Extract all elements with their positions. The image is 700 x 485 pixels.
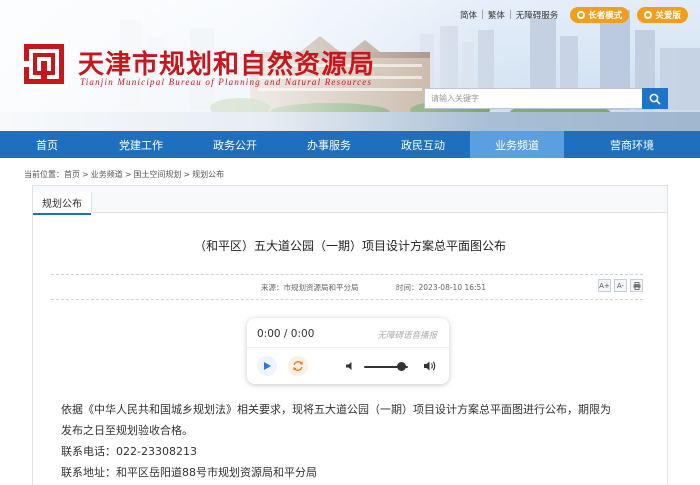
site-title: 天津市规划和自然资源局 [78,50,376,80]
font-increase-button[interactable]: A+ [598,279,611,292]
elder-mode-icon [577,11,586,19]
audio-player: 0:00 / 0:00 无障碍语音播报 [247,318,449,384]
tab-plan-publication[interactable]: 规划公布 [33,192,92,215]
nav-home[interactable]: 首页 [0,131,94,158]
volume-icon[interactable] [423,360,437,372]
player-time: 0:00 / 0:00 [257,328,315,340]
nav-party-building[interactable]: 党建工作 [94,131,188,158]
search-input[interactable] [424,88,642,109]
breadcrumb-business-channel[interactable]: 业务频道 [91,169,123,180]
care-version-icon [644,11,653,19]
article-meta: 来源：市规划资源局和平分局 时间：2023-08-10 16:51 A+ A- [51,274,643,300]
nav-services[interactable]: 办事服务 [282,131,376,158]
article-source: 来源：市规划资源局和平分局 [261,283,359,292]
breadcrumb-home[interactable]: 首页 [64,169,80,180]
traditional-chinese-link[interactable]: 繁体 [488,9,505,21]
nav-business-environment[interactable]: 营商环境 [564,131,700,158]
simplified-chinese-link[interactable]: 简体 [460,9,477,21]
site-header: 简体 | 繁体 | 无障碍服务 长者模式 关爱版 天津市规划和自然资源局 Tia… [0,0,700,131]
breadcrumb-plan-publication[interactable]: 规划公布 [192,169,224,180]
breadcrumb-prefix: 当前位置： [24,170,64,179]
main-nav: 首页 党建工作 政务公开 办事服务 政民互动 业务频道 营商环境 [0,131,700,158]
elder-mode-button[interactable]: 长者模式 [570,7,630,23]
volume-slider-handle[interactable] [396,362,406,371]
care-version-button[interactable]: 关爱版 [637,7,688,23]
play-button[interactable] [257,356,277,376]
accessibility-link[interactable]: 无障碍服务 [516,9,559,21]
nav-interaction[interactable]: 政民互动 [376,131,470,158]
player-label: 无障碍语音播报 [377,331,437,341]
print-icon [633,281,640,290]
loop-button[interactable] [288,356,308,376]
print-button[interactable] [630,279,643,292]
volume-mute-icon[interactable] [345,361,355,371]
top-links: 简体 | 繁体 | 无障碍服务 长者模式 关爱版 [460,7,688,23]
search-icon [649,93,661,105]
nav-government-affairs[interactable]: 政务公开 [188,131,282,158]
article-time: 时间：2023-08-10 16:51 [396,283,487,292]
search-bar [424,88,668,109]
breadcrumb-spatial-planning[interactable]: 国土空间规划 [133,169,181,180]
font-decrease-button[interactable]: A- [614,279,627,292]
site-subtitle: Tianjin Municipal Bureau of Planning and… [80,77,373,87]
tab-bar: 规划公布 [33,186,667,215]
content-panel: 规划公布 （和平区）五大道公园（一期）项目设计方案总平面图公布 来源：市规划资源… [32,185,668,485]
article-tools: A+ A- [598,279,643,292]
loop-icon [293,361,303,371]
article-body: 依据《中华人民共和国城乡规划法》相关要求，现将五大道公园（一期）项目设计方案总平… [61,399,649,483]
article-title: （和平区）五大道公园（一期）项目设计方案总平面图公布 [193,239,506,253]
breadcrumb: 当前位置： 首页 > 业务频道 > 国土空间规划 > 规划公布 [24,169,225,180]
body-paragraph-line1: 依据《中华人民共和国城乡规划法》相关要求，现将五大道公园（一期）项目设计方案总平… [61,403,611,416]
contact-phone: 联系电话：022-23308213 [61,445,197,458]
bureau-logo[interactable] [24,44,64,84]
body-paragraph-line2: 发布之日至规划验收合格。 [61,424,193,437]
search-button[interactable] [642,88,668,109]
play-icon [264,362,271,370]
nav-business-channel[interactable]: 业务频道 [470,131,564,158]
